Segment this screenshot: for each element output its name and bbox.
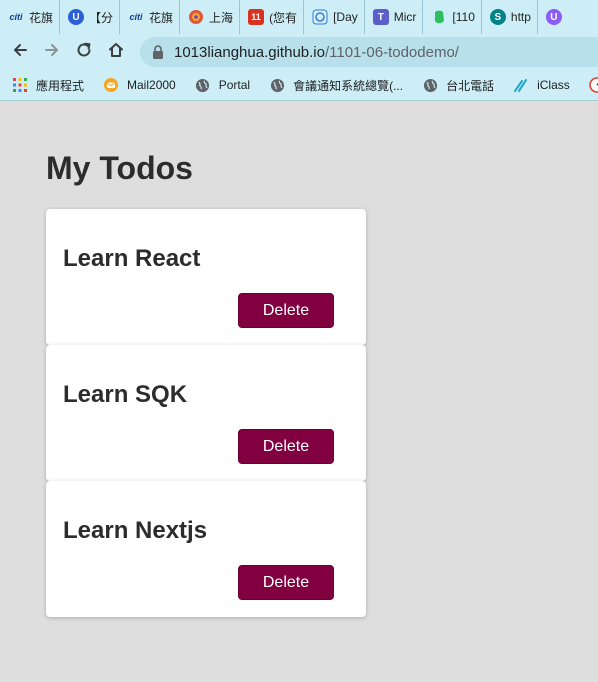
home-icon (107, 41, 125, 64)
home-button[interactable] (100, 36, 132, 68)
bookmark-label: Mail2000 (127, 78, 176, 92)
back-button[interactable] (4, 36, 36, 68)
todo-card: Learn SQK Delete (46, 345, 366, 481)
bookmark-label: Portal (218, 78, 251, 92)
bookmark-meeting-system[interactable]: 會議通知系統總覽(... (269, 77, 403, 94)
browser-tab[interactable]: [Day (304, 0, 365, 34)
bookmark-portal[interactable]: Portal (195, 77, 250, 93)
tab-title: (您有 (269, 10, 298, 25)
tab-strip: citi 花旗 U 【分 citi 花旗 上海 11 (您有 [Day T Mi… (0, 0, 598, 34)
page-title: My Todos (46, 150, 193, 186)
tab-title: http (510, 10, 531, 24)
blue-map-icon (312, 9, 328, 25)
iclass-icon (513, 77, 529, 93)
address-bar[interactable]: 1013lianghua.github.io/1101-06-tododemo/ (140, 37, 598, 67)
browser-tab[interactable]: U (538, 0, 573, 34)
globe-icon (195, 77, 211, 93)
browser-tab[interactable]: citi 花旗 (120, 0, 181, 34)
evernote-icon (431, 9, 447, 25)
forward-button[interactable] (36, 36, 68, 68)
todo-title: Learn React (63, 245, 201, 272)
arrow-right-icon (43, 41, 61, 64)
arrow-left-icon (11, 41, 29, 64)
app-icon: U (68, 9, 85, 25)
tab-title: 花旗 (29, 10, 54, 25)
tab-title: 【分 (89, 10, 114, 25)
tab-title: 上海 (209, 10, 234, 25)
tab-title: 花旗 (149, 10, 174, 25)
bookmark-taipei-phone[interactable]: 台北電話 (422, 77, 494, 94)
calendar-11-icon: 11 (248, 9, 265, 25)
browser-toolbar: 1013lianghua.github.io/1101-06-tododemo/ (0, 34, 598, 70)
teams-icon: T (372, 9, 389, 25)
delete-button[interactable]: Delete (238, 429, 334, 464)
citi-icon: citi (9, 12, 23, 22)
url-path: /1101-06-tododemo/ (324, 43, 459, 61)
globe-icon (422, 77, 438, 93)
url-host: 1013lianghua.github.io (174, 43, 325, 61)
bookmark-label: 台北電話 (446, 78, 495, 93)
bookmark-label: 會議通知系統總覽(... (293, 78, 404, 93)
delete-button[interactable]: Delete (238, 293, 334, 328)
page-content: My Todos Learn React Delete Learn SQK De… (0, 102, 598, 682)
mail-icon (103, 77, 119, 93)
bookmark-gauge[interactable] (589, 77, 598, 93)
gauge-icon (589, 77, 598, 93)
citi-icon: citi (129, 12, 143, 22)
browser-tab[interactable]: T Micr (365, 0, 424, 34)
orbit-icon (188, 9, 204, 25)
browser-tab[interactable]: 上海 (180, 0, 241, 34)
reload-icon (75, 41, 93, 64)
bookmark-label: 應用程式 (36, 78, 85, 93)
bookmark-iclass[interactable]: iClass (513, 77, 570, 93)
apps-grid-icon (12, 77, 28, 93)
bookmark-mail2000[interactable]: Mail2000 (103, 77, 176, 93)
browser-tab[interactable]: S http (482, 0, 538, 34)
browser-tab[interactable]: [110 (423, 0, 482, 34)
tab-title: [110 (452, 10, 475, 24)
todo-card: Learn Nextjs Delete (46, 481, 366, 617)
sharepoint-icon: S (489, 9, 506, 25)
bookmark-label: iClass (537, 78, 570, 92)
browser-tab[interactable]: citi 花旗 (0, 0, 61, 34)
todo-list: Learn React Delete Learn SQK Delete Lear… (46, 209, 366, 617)
browser-tab[interactable]: U 【分 (60, 0, 121, 34)
todo-title: Learn SQK (63, 381, 188, 408)
globe-icon (269, 77, 285, 93)
tab-title: [Day (333, 10, 358, 24)
lock-icon (152, 45, 164, 59)
bookmark-apps[interactable]: 應用程式 (12, 77, 84, 94)
reload-button[interactable] (68, 36, 100, 68)
purple-app-icon: U (545, 9, 562, 25)
todo-card: Learn React Delete (46, 209, 366, 345)
todo-title: Learn Nextjs (63, 517, 208, 544)
bookmarks-bar: 應用程式 Mail2000 Portal 會議通知系統總覽(... 台北電話 i… (0, 70, 598, 101)
delete-button[interactable]: Delete (238, 565, 334, 600)
tab-title: Micr (393, 10, 417, 24)
browser-tab[interactable]: 11 (您有 (240, 0, 305, 34)
